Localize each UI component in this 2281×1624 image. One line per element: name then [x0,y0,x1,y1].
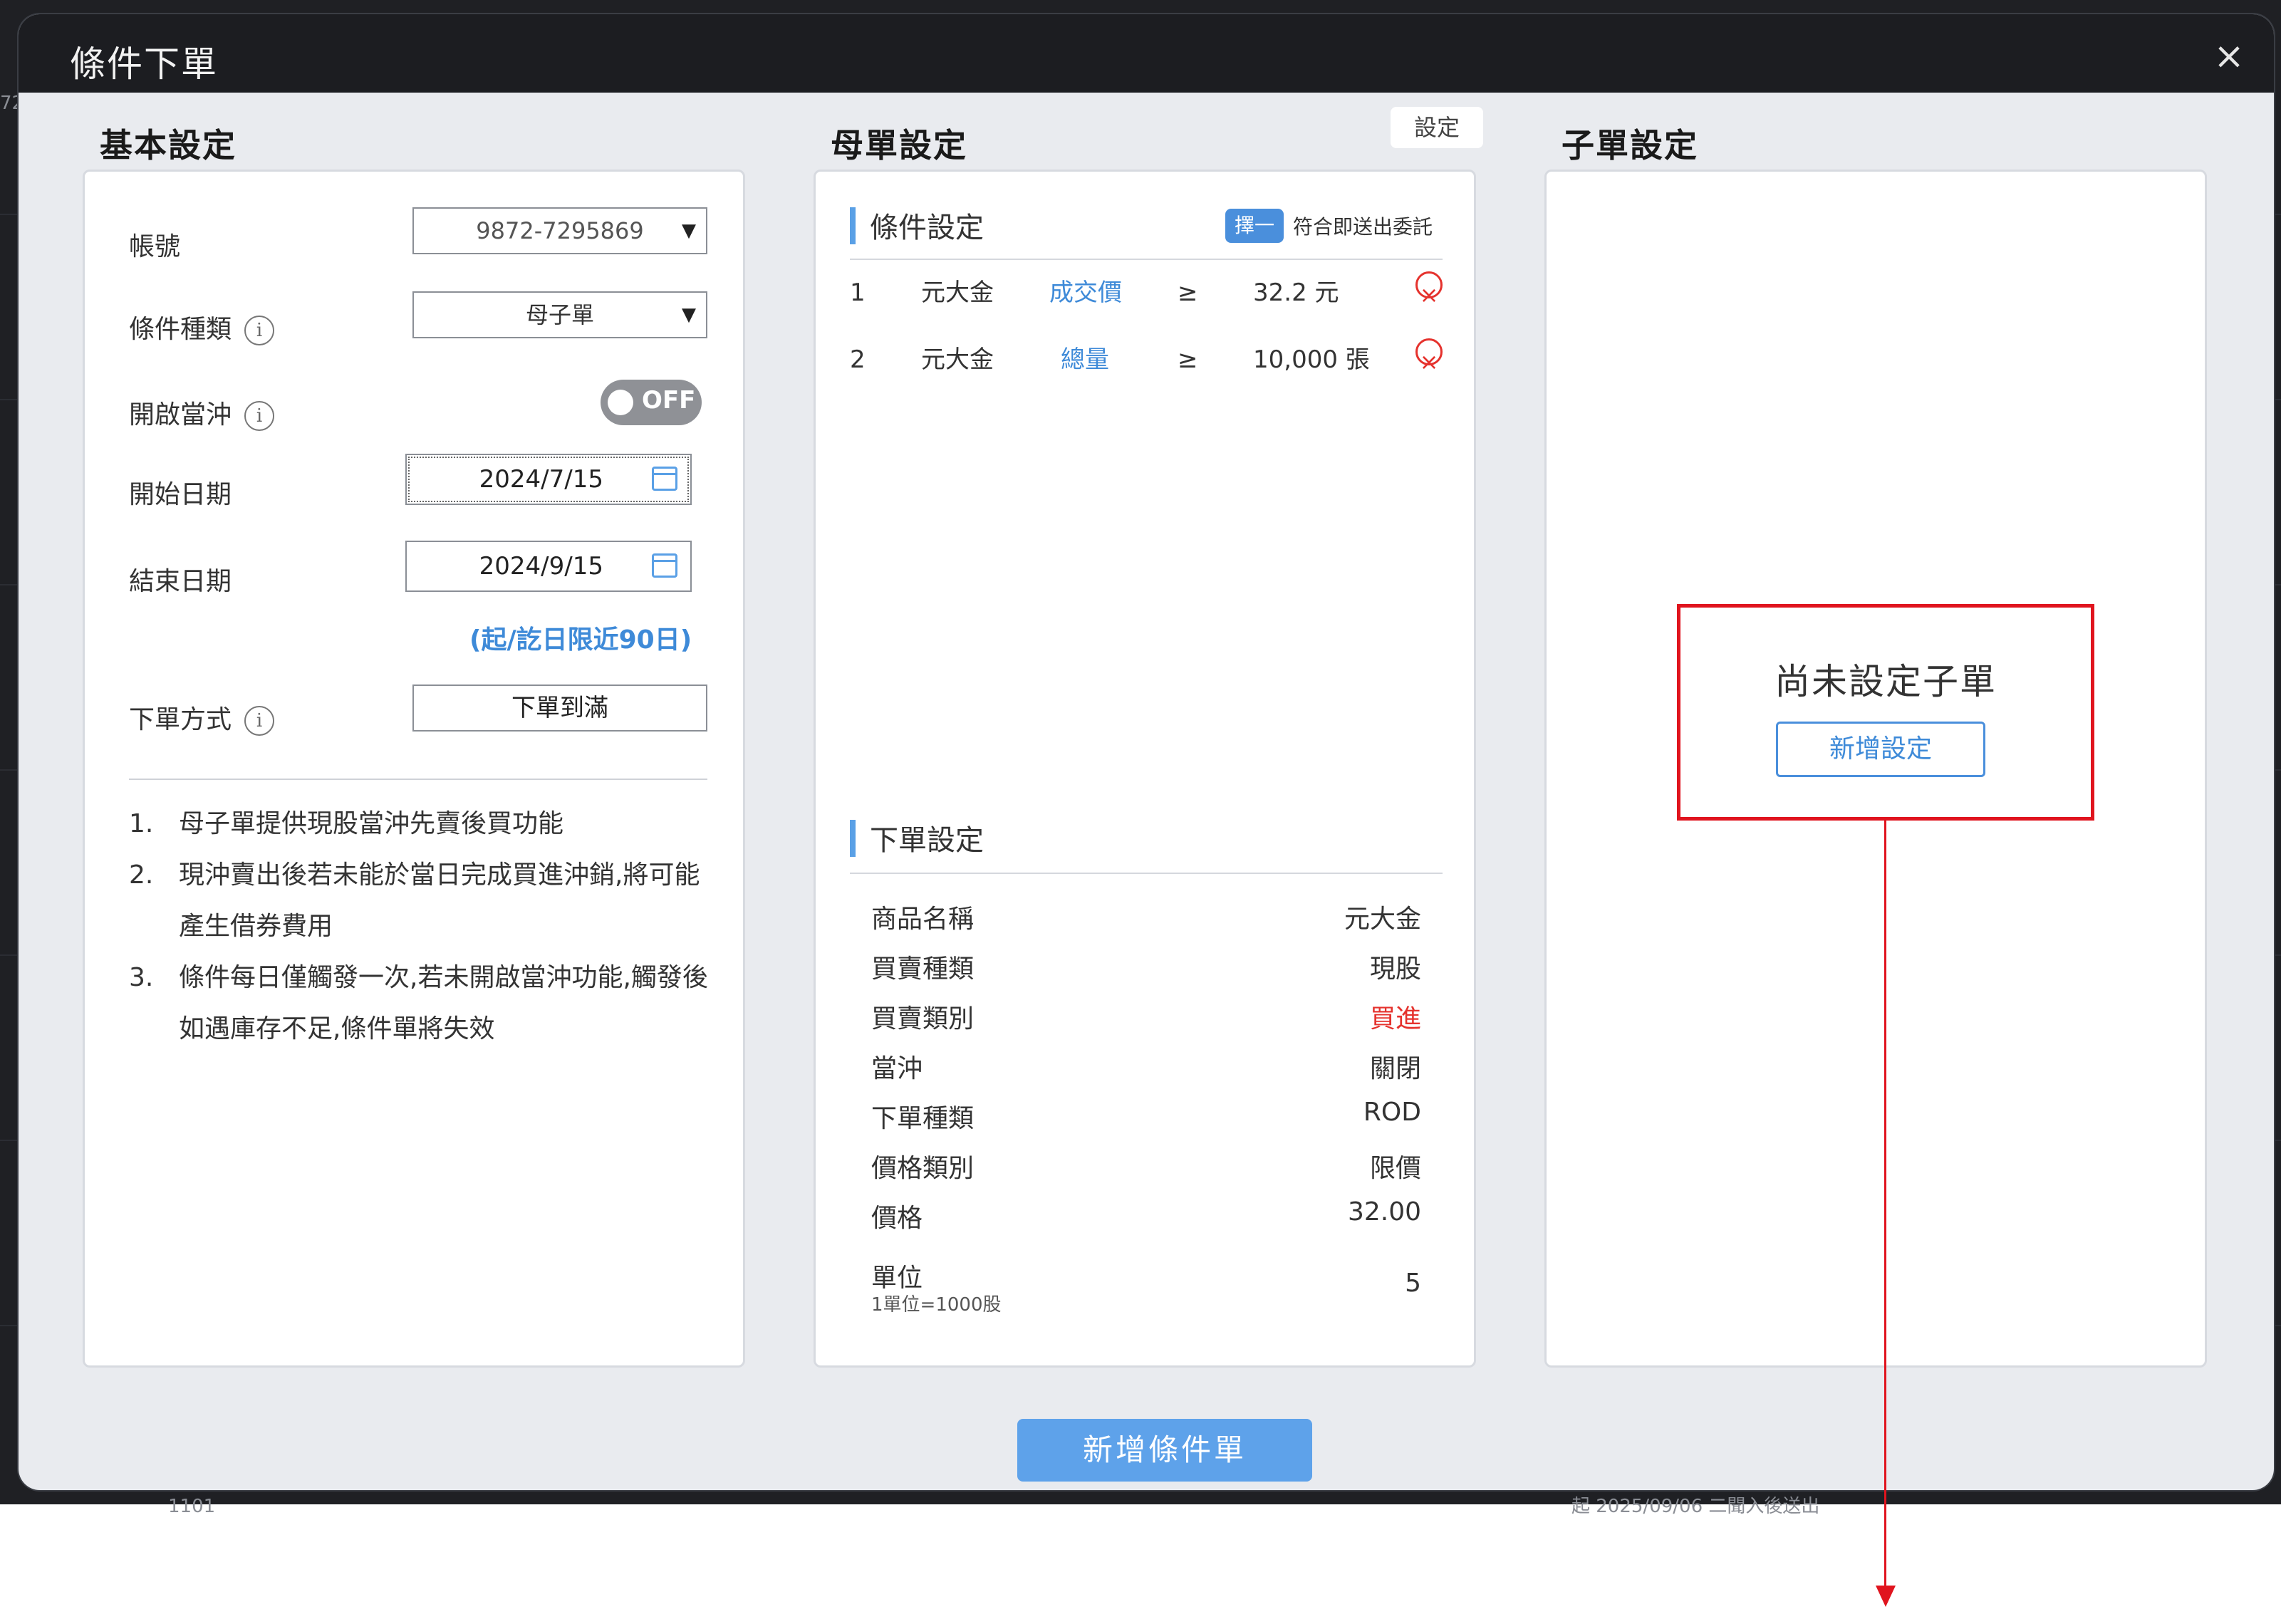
add-conditional-order-button[interactable]: 新增條件單 [1017,1419,1312,1482]
bg-fragment: 起 2025/09/06 二聞入後送出 [1571,1496,1820,1517]
annotation-arrow-head [1876,1586,1896,1607]
delete-icon[interactable]: × [1415,271,1443,308]
info-icon[interactable]: i [244,401,275,431]
list-item: 3. 條件每日僅觸發一次,若未開啟當沖功能,觸發後如遇庫存不足,條件單將失效 [129,952,720,1055]
condition-settings-title: 條件設定 [850,204,984,246]
close-icon[interactable]: × [2211,38,2247,76]
title-accent-bar [850,207,856,244]
notes-list: 1. 母子單提供現股當沖先賣後買功能 2. 現沖賣出後若未能於當日完成買進沖銷,… [129,798,720,1055]
note-text: 母子單提供現股當沖先賣後買功能 [179,809,564,838]
order-detail-key: 下單種類 [871,1104,975,1133]
modal-header: 條件下單 × [19,14,2274,93]
section-title-basic: 基本設定 [100,126,237,165]
order-settings-label: 下單設定 [870,824,984,857]
start-date-value: 2024/7/15 [479,465,603,494]
condition-field[interactable]: 總量 [1061,338,1109,381]
day-trade-label-text: 開啟當沖 [129,400,232,430]
order-detail-value: 限價 [1369,1154,1421,1183]
toggle-knob [608,390,633,415]
end-date-value: 2024/9/15 [479,552,603,581]
chevron-down-icon: ▼ [682,304,696,326]
empty-state-text: 尚未設定子單 [1775,661,1997,702]
section-title-child: 子單設定 [1562,126,1698,165]
condition-settings-label: 條件設定 [870,212,984,244]
order-settings-title: 下單設定 [850,817,984,858]
child-empty-state: 尚未設定子單 新增設定 [1677,604,2094,821]
day-trade-label: 開啟當沖 i [129,394,275,431]
order-detail-value: 現股 [1369,954,1421,984]
order-detail-value: 元大金 [1344,905,1421,934]
note-number: 3. [129,963,154,992]
condition-mode-tag[interactable]: 擇一 [1225,209,1284,243]
account-select[interactable]: 9872-7295869 ▼ [412,207,707,254]
condition-operator: ≥ [1178,279,1198,307]
order-detail-key: 買賣類別 [871,1004,975,1034]
account-label: 帳號 [129,232,181,261]
condition-type-select[interactable]: 母子單 ▼ [412,291,707,338]
divider [850,873,1443,874]
account-value: 9872-7295869 [476,217,644,244]
condition-index: 2 [850,345,866,374]
order-detail-key: 價格 [871,1204,923,1233]
divider [129,779,707,780]
list-item: 1. 母子單提供現股當沖先賣後買功能 [129,798,720,850]
order-detail-value-buy: 買進 [1369,1004,1421,1034]
info-icon[interactable]: i [244,706,275,736]
calendar-icon[interactable] [652,553,677,578]
condition-row: 1 元大金 成交價 ≥ 32.2 元 × [850,271,1443,314]
note-number: 1. [129,809,154,838]
condition-symbol: 元大金 [921,345,994,374]
start-date-input[interactable]: 2024/7/15 [405,454,692,505]
toggle-state: OFF [642,386,696,415]
annotation-arrow-line [1884,821,1886,1590]
note-text: 現沖賣出後若未能於當日完成買進沖銷,將可能產生借券費用 [179,860,700,941]
delete-icon[interactable]: × [1415,338,1443,375]
order-detail-key: 單位 [871,1264,923,1293]
condition-index: 1 [850,279,866,307]
basic-settings-panel: 帳號 9872-7295869 ▼ 條件種類 i 母子單 ▼ 開啟當沖 i OFF … [83,170,745,1368]
parent-setting-button[interactable]: 設定 [1391,107,1483,148]
order-detail-value: ROD [1363,1098,1421,1127]
condition-operator: ≥ [1178,345,1198,374]
day-trade-toggle[interactable]: OFF [601,380,702,425]
note-text: 條件每日僅觸發一次,若未開啟當沖功能,觸發後如遇庫存不足,條件單將失效 [179,963,708,1043]
bg-fragment: 1101 [168,1496,216,1517]
end-date-label: 結束日期 [129,567,232,596]
date-range-hint: (起/訖日限近90日) [469,625,692,655]
start-date-label: 開始日期 [129,480,232,509]
order-method-select[interactable]: 下單到滿 [412,685,707,732]
parent-order-panel: 條件設定 擇一 符合即送出委託 1 元大金 成交價 ≥ 32.2 元 × 2 元… [814,170,1476,1368]
list-item: 2. 現沖賣出後若未能於當日完成買進沖銷,將可能產生借券費用 [129,850,720,952]
order-detail-key: 商品名稱 [871,905,975,934]
modal-title: 條件下單 [70,43,218,85]
condition-value: 32.2 元 [1253,279,1339,307]
condition-type-value: 母子單 [525,301,594,328]
condition-field[interactable]: 成交價 [1049,271,1122,314]
divider [850,259,1443,260]
condition-symbol: 元大金 [921,279,994,307]
condition-row: 2 元大金 總量 ≥ 10,000 張 × [850,338,1443,381]
info-icon[interactable]: i [244,316,275,345]
calendar-icon[interactable] [652,467,677,491]
order-method-label: 下單方式 i [129,699,275,736]
end-date-input[interactable]: 2024/9/15 [405,541,692,592]
order-detail-value: 5 [1405,1269,1421,1298]
condition-type-label: 條件種類 i [129,308,275,345]
order-detail-key: 價格類別 [871,1154,975,1183]
order-method-label-text: 下單方式 [129,705,232,734]
order-detail-value: 關閉 [1369,1054,1421,1083]
order-detail-key: 當沖 [871,1054,923,1083]
unit-note: 1單位=1000股 [871,1294,1002,1316]
condition-mode-note: 符合即送出委託 [1293,215,1433,239]
chevron-down-icon: ▼ [682,220,696,241]
add-child-setting-button[interactable]: 新增設定 [1776,722,1985,777]
condition-type-label-text: 條件種類 [129,315,232,344]
order-detail-value: 32.00 [1347,1197,1421,1227]
note-number: 2. [129,860,154,890]
section-title-parent: 母單設定 [831,126,967,165]
order-detail-key: 買賣種類 [871,954,975,984]
title-accent-bar [850,820,856,857]
condition-value: 10,000 張 [1253,345,1370,374]
